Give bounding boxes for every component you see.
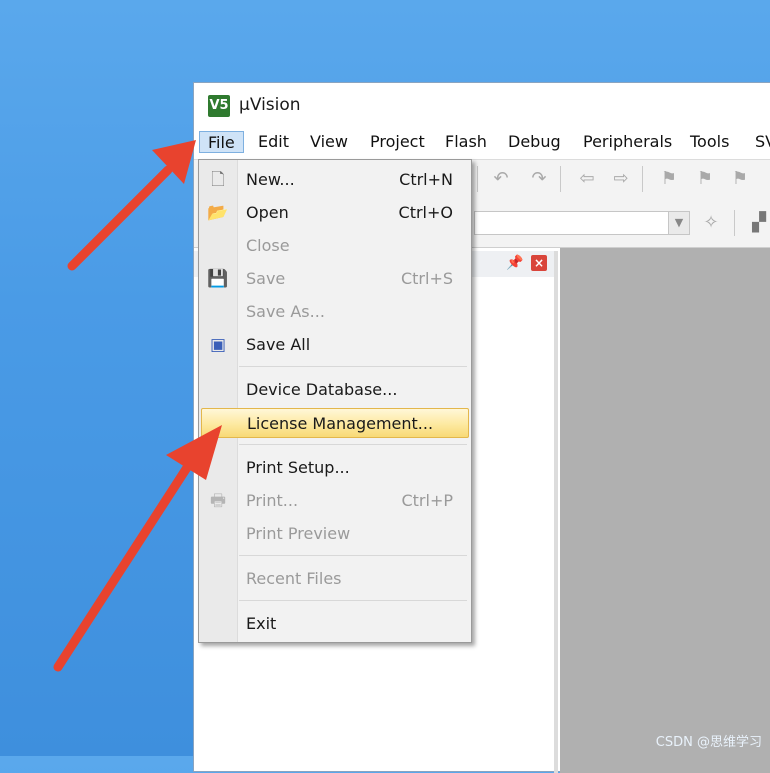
- annotation-arrows: [53, 140, 222, 672]
- arrow-to-file-menu: [67, 140, 196, 271]
- watermark-text: CSDN @思维学习: [655, 735, 762, 750]
- arrow-to-license-management: [53, 425, 222, 672]
